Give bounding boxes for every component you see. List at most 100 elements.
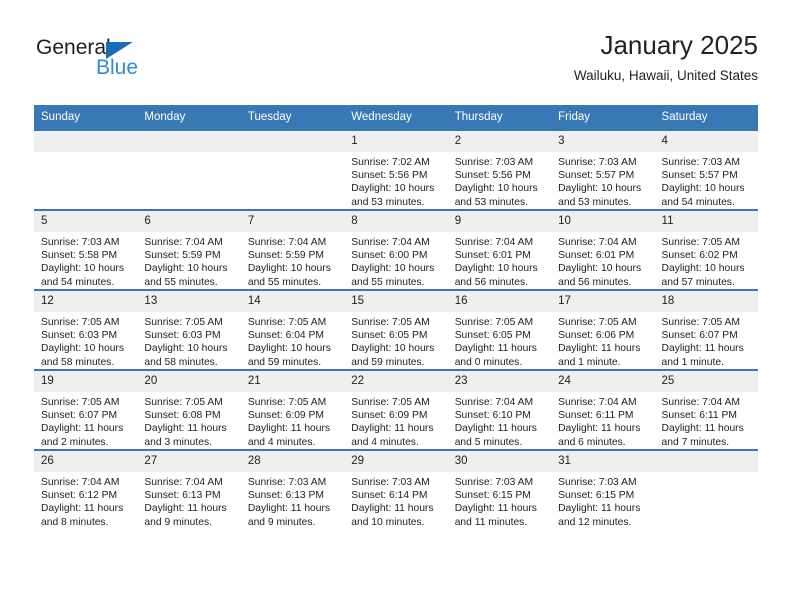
- calendar-day-cell[interactable]: 7 Sunrise: 7:04 AM Sunset: 5:59 PM Daylight…: [240, 209, 345, 290]
- daylight-duration-line-1: Daylight: 11 hours: [144, 423, 227, 435]
- daylight-duration-line-1: Daylight: 11 hours: [351, 503, 434, 515]
- sunrise-time: Sunrise: 7:03 AM: [351, 477, 430, 488]
- daylight-duration-line-1: Daylight: 10 hours: [351, 263, 435, 275]
- calendar-day-cell[interactable]: 17 Sunrise: 7:05 AM Sunset: 6:06 PM Dayligh…: [551, 289, 655, 370]
- day-details: Sunrise: 7:03 AM Sunset: 6:14 PM Daylight:…: [344, 472, 447, 529]
- daylight-duration-line-2: and 55 minutes.: [351, 276, 425, 288]
- sunset-time: Sunset: 6:05 PM: [454, 330, 531, 342]
- sunset-time: Sunset: 6:09 PM: [351, 410, 428, 422]
- sunrise-time: Sunrise: 7:03 AM: [247, 477, 327, 488]
- sunrise-time: Sunrise: 7:05 AM: [454, 317, 534, 328]
- sunset-time: Sunset: 6:04 PM: [247, 330, 324, 342]
- day-details: Sunrise: 7:04 AM Sunset: 6:12 PM Daylight:…: [34, 472, 137, 529]
- calendar-day-cell-empty: [240, 129, 345, 210]
- calendar-day-cell[interactable]: 20 Sunrise: 7:05 AM Sunset: 6:08 PM Dayligh…: [137, 369, 241, 450]
- sunrise-time: Sunrise: 7:05 AM: [144, 317, 223, 328]
- day-number: 12: [34, 291, 138, 312]
- daylight-duration-line-1: Daylight: 10 hours: [144, 263, 228, 275]
- calendar-day-cell[interactable]: 18 Sunrise: 7:05 AM Sunset: 6:07 PM Dayligh…: [654, 289, 758, 370]
- daylight-duration-line-2: and 4 minutes.: [247, 436, 316, 448]
- calendar-week-row: 19 Sunrise: 7:05 AM Sunset: 6:07 PM Dayligh…: [34, 369, 758, 450]
- calendar-day-cell[interactable]: 24 Sunrise: 7:04 AM Sunset: 6:11 PM Dayligh…: [551, 369, 655, 450]
- sunrise-time: Sunrise: 7:03 AM: [558, 477, 637, 488]
- day-details: Sunrise: 7:03 AM Sunset: 5:58 PM Daylight:…: [34, 232, 137, 289]
- daylight-duration-line-1: Daylight: 11 hours: [661, 343, 744, 355]
- day-details: Sunrise: 7:05 AM Sunset: 6:09 PM Daylight:…: [241, 392, 344, 449]
- day-number: 9: [447, 211, 552, 232]
- calendar-day-cell[interactable]: 19 Sunrise: 7:05 AM Sunset: 6:07 PM Dayligh…: [34, 369, 138, 450]
- day-number: 17: [551, 291, 655, 312]
- sunset-time: Sunset: 6:01 PM: [558, 250, 635, 262]
- calendar-day-cell[interactable]: 5 Sunrise: 7:03 AM Sunset: 5:58 PM Daylight…: [34, 209, 138, 290]
- day-details: Sunrise: 7:05 AM Sunset: 6:03 PM Daylight:…: [34, 312, 137, 369]
- day-number: 27: [137, 451, 241, 472]
- daylight-duration-line-1: Daylight: 11 hours: [558, 343, 641, 355]
- calendar-day-cell[interactable]: 15 Sunrise: 7:05 AM Sunset: 6:05 PM Dayligh…: [344, 289, 448, 370]
- calendar-day-cell[interactable]: 28 Sunrise: 7:03 AM Sunset: 6:13 PM Dayligh…: [240, 449, 345, 529]
- sunrise-time: Sunrise: 7:03 AM: [454, 477, 534, 488]
- daylight-duration-line-2: and 54 minutes.: [41, 276, 115, 288]
- sunrise-time: Sunrise: 7:05 AM: [558, 317, 637, 328]
- daylight-duration-line-2: and 53 minutes.: [351, 196, 425, 208]
- calendar-day-cell[interactable]: 23 Sunrise: 7:04 AM Sunset: 6:10 PM Dayligh…: [447, 369, 552, 450]
- calendar-day-cell[interactable]: 16 Sunrise: 7:05 AM Sunset: 6:05 PM Dayligh…: [447, 289, 552, 370]
- day-details: Sunrise: 7:05 AM Sunset: 6:07 PM Daylight:…: [34, 392, 137, 449]
- calendar-day-cell[interactable]: 14 Sunrise: 7:05 AM Sunset: 6:04 PM Dayligh…: [240, 289, 345, 370]
- sunrise-sunset-calendar-table: Sunday Monday Tuesday Wednesday Thursday…: [34, 105, 758, 529]
- calendar-day-cell[interactable]: 3 Sunrise: 7:03 AM Sunset: 5:57 PM Daylight…: [551, 129, 655, 210]
- calendar-day-cell[interactable]: 25 Sunrise: 7:04 AM Sunset: 6:11 PM Dayligh…: [654, 369, 758, 450]
- calendar-header-row-group: Sunday Monday Tuesday Wednesday Thursday…: [34, 105, 758, 130]
- sunset-time: Sunset: 5:57 PM: [558, 170, 635, 182]
- calendar-day-cell[interactable]: 6 Sunrise: 7:04 AM Sunset: 5:59 PM Daylight…: [137, 209, 241, 290]
- day-details: Sunrise: 7:05 AM Sunset: 6:07 PM Daylight:…: [655, 312, 758, 369]
- general-blue-logo[interactable]: General Blue: [34, 36, 234, 86]
- calendar-week-row: 5 Sunrise: 7:03 AM Sunset: 5:58 PM Daylight…: [34, 209, 758, 290]
- sunset-time: Sunset: 6:13 PM: [247, 490, 324, 502]
- day-number: 11: [654, 211, 758, 232]
- calendar-day-cell[interactable]: 21 Sunrise: 7:05 AM Sunset: 6:09 PM Dayligh…: [240, 369, 345, 450]
- day-number: 14: [240, 291, 345, 312]
- day-details: Sunrise: 7:04 AM Sunset: 5:59 PM Daylight:…: [241, 232, 344, 289]
- calendar-day-cell[interactable]: 2 Sunrise: 7:03 AM Sunset: 5:56 PM Daylight…: [447, 129, 552, 210]
- calendar-day-cell[interactable]: 4 Sunrise: 7:03 AM Sunset: 5:57 PM Daylight…: [654, 129, 758, 210]
- daylight-duration-line-2: and 1 minute.: [661, 356, 724, 368]
- calendar-day-cell[interactable]: 29 Sunrise: 7:03 AM Sunset: 6:14 PM Dayligh…: [344, 449, 448, 529]
- calendar-day-cell[interactable]: 13 Sunrise: 7:05 AM Sunset: 6:03 PM Dayligh…: [137, 289, 241, 370]
- daylight-duration-line-2: and 59 minutes.: [351, 356, 425, 368]
- calendar-day-cell[interactable]: 30 Sunrise: 7:03 AM Sunset: 6:15 PM Dayligh…: [447, 449, 552, 529]
- sunrise-time: Sunrise: 7:04 AM: [144, 477, 223, 488]
- calendar-day-cell[interactable]: 1 Sunrise: 7:02 AM Sunset: 5:56 PM Daylight…: [344, 129, 448, 210]
- day-number: 3: [551, 131, 655, 152]
- sunrise-time: Sunrise: 7:03 AM: [454, 157, 534, 168]
- calendar-day-cell[interactable]: 27 Sunrise: 7:04 AM Sunset: 6:13 PM Dayligh…: [137, 449, 241, 529]
- day-details: Sunrise: 7:03 AM Sunset: 5:57 PM Daylight:…: [655, 152, 758, 209]
- calendar-day-cell[interactable]: 11 Sunrise: 7:05 AM Sunset: 6:02 PM Dayligh…: [654, 209, 758, 290]
- sunrise-time: Sunrise: 7:05 AM: [247, 397, 327, 408]
- logo-text-blue: Blue: [96, 56, 139, 79]
- sunset-time: Sunset: 6:09 PM: [247, 410, 324, 422]
- calendar-day-cell[interactable]: 22 Sunrise: 7:05 AM Sunset: 6:09 PM Dayligh…: [344, 369, 448, 450]
- day-details: Sunrise: 7:02 AM Sunset: 5:56 PM Daylight:…: [344, 152, 447, 209]
- daylight-duration-line-1: Daylight: 11 hours: [247, 503, 331, 515]
- daylight-duration-line-2: and 56 minutes.: [558, 276, 632, 288]
- day-number: [137, 131, 241, 152]
- day-number: 8: [344, 211, 448, 232]
- sunset-time: Sunset: 6:03 PM: [41, 330, 118, 342]
- calendar-day-cell[interactable]: 9 Sunrise: 7:04 AM Sunset: 6:01 PM Daylight…: [447, 209, 552, 290]
- calendar-day-cell[interactable]: 31 Sunrise: 7:03 AM Sunset: 6:15 PM Dayligh…: [551, 449, 655, 529]
- day-details: Sunrise: 7:04 AM Sunset: 6:00 PM Daylight:…: [344, 232, 447, 289]
- sunrise-time: Sunrise: 7:04 AM: [454, 237, 534, 248]
- daylight-duration-line-1: Daylight: 11 hours: [454, 343, 537, 355]
- calendar-day-cell[interactable]: 12 Sunrise: 7:05 AM Sunset: 6:03 PM Dayligh…: [34, 289, 138, 370]
- daylight-duration-line-2: and 58 minutes.: [41, 356, 115, 368]
- calendar-day-cell[interactable]: 10 Sunrise: 7:04 AM Sunset: 6:01 PM Dayligh…: [551, 209, 655, 290]
- sunset-time: Sunset: 6:00 PM: [351, 250, 428, 262]
- calendar-day-cell[interactable]: 26 Sunrise: 7:04 AM Sunset: 6:12 PM Dayligh…: [34, 449, 138, 529]
- daylight-duration-line-1: Daylight: 10 hours: [351, 343, 435, 355]
- day-details: Sunrise: 7:05 AM Sunset: 6:04 PM Daylight:…: [241, 312, 344, 369]
- day-details: Sunrise: 7:05 AM Sunset: 6:05 PM Daylight:…: [344, 312, 447, 369]
- calendar-day-cell[interactable]: 8 Sunrise: 7:04 AM Sunset: 6:00 PM Daylight…: [344, 209, 448, 290]
- daylight-duration-line-2: and 58 minutes.: [144, 356, 218, 368]
- day-number: 13: [137, 291, 241, 312]
- day-details: Sunrise: 7:04 AM Sunset: 6:01 PM Daylight:…: [448, 232, 551, 289]
